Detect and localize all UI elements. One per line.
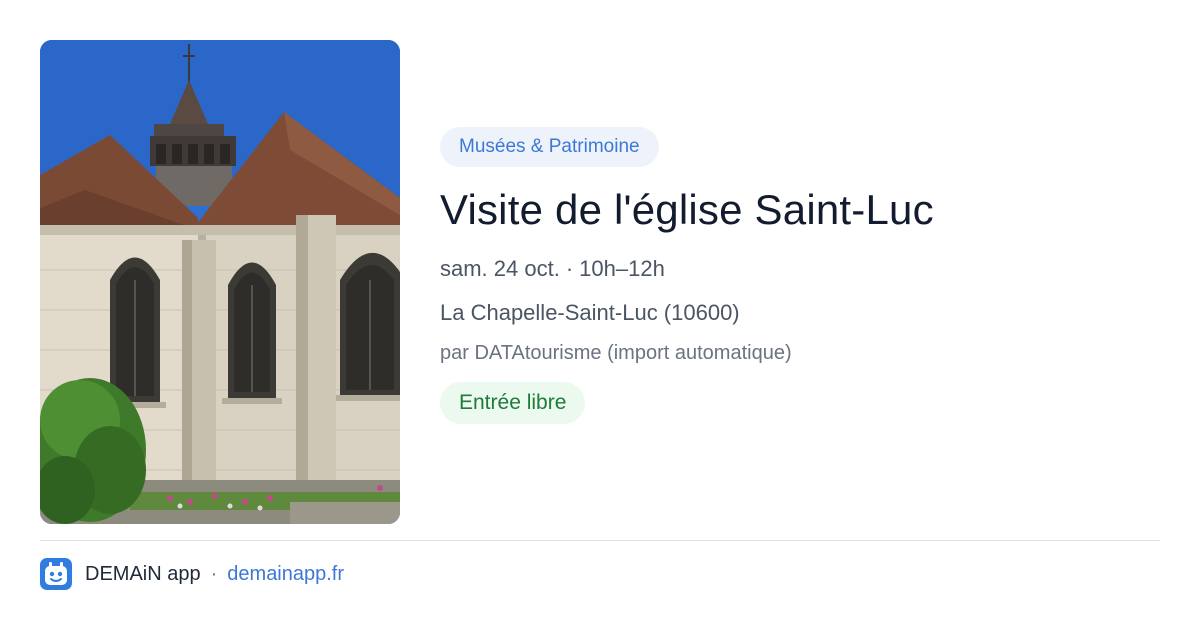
event-organizer: par DATAtourisme (import automatique) bbox=[440, 342, 792, 364]
datetime-separator: · bbox=[565, 256, 574, 281]
event-info: Musées & Patrimoine Visite de l'église S… bbox=[440, 127, 1160, 424]
event-time: 10h–12h bbox=[579, 256, 665, 281]
event-title: Visite de l'église Saint-Luc bbox=[440, 186, 934, 233]
event-photo bbox=[40, 40, 400, 524]
event-location: La Chapelle-Saint-Luc (10600) bbox=[440, 300, 740, 325]
app-url-link[interactable]: demainapp.fr bbox=[227, 563, 344, 586]
demain-app-logo-icon bbox=[40, 558, 72, 590]
app-name: DEMAiN app bbox=[85, 562, 201, 585]
footer-separator: · bbox=[210, 562, 218, 585]
price-badge: Entrée libre bbox=[440, 382, 586, 424]
footer: DEMAiN app · demainapp.fr bbox=[40, 558, 344, 590]
category-badge[interactable]: Musées & Patrimoine bbox=[440, 127, 659, 167]
footer-divider bbox=[40, 540, 1160, 541]
event-datetime: sam. 24 oct. · 10h–12h bbox=[440, 255, 1160, 283]
church-illustration bbox=[40, 40, 400, 524]
event-date: sam. 24 oct. bbox=[440, 256, 560, 281]
event-share-card: Musées & Patrimoine Visite de l'église S… bbox=[0, 0, 1200, 630]
